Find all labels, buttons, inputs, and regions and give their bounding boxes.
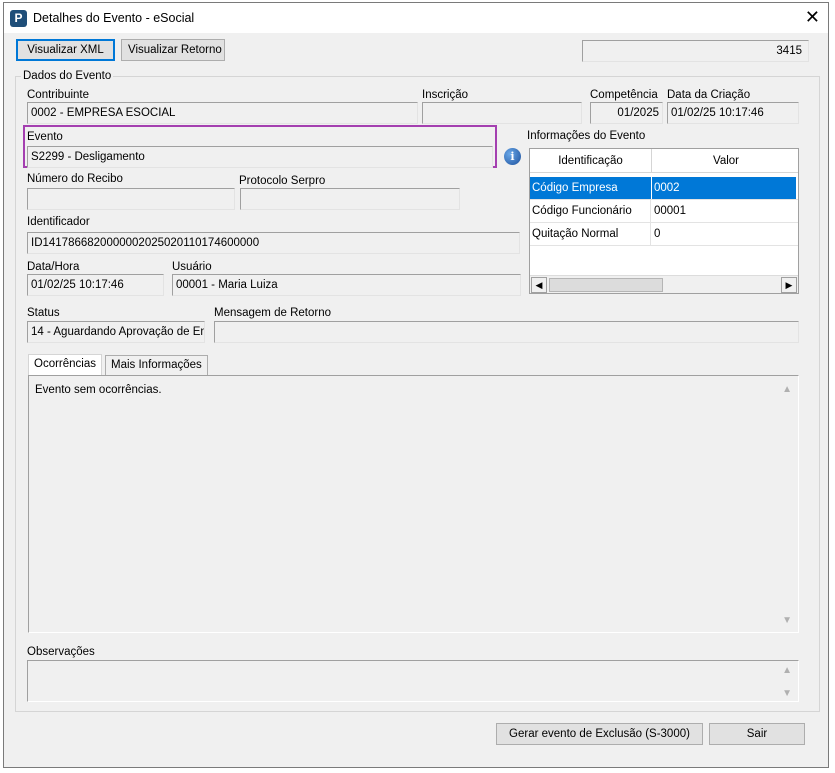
- protocolo-field: [240, 188, 460, 210]
- cell-valor: 0002: [652, 177, 796, 199]
- event-number-field: 3415: [582, 40, 809, 62]
- grid-header: Identificação Valor: [530, 149, 798, 173]
- scroll-down-icon[interactable]: ▼: [782, 688, 792, 699]
- observacoes-field[interactable]: ▲ ▼: [27, 660, 799, 702]
- numero-recibo-label: Número do Recibo: [27, 173, 123, 185]
- scroll-right-icon[interactable]: ▶: [781, 277, 797, 293]
- column-header-identificacao[interactable]: Identificação: [530, 149, 652, 173]
- scroll-down-icon[interactable]: ▼: [782, 615, 792, 626]
- competencia-field: 01/2025: [590, 102, 663, 124]
- numero-recibo-field: [27, 188, 235, 210]
- scroll-up-icon[interactable]: ▲: [782, 665, 792, 676]
- identificador-label: Identificador: [27, 216, 90, 228]
- tab-mais-informacoes[interactable]: Mais Informações: [105, 355, 208, 376]
- observacoes-label: Observações: [27, 646, 95, 658]
- competencia-label: Competência: [590, 89, 658, 101]
- scroll-thumb[interactable]: [549, 278, 663, 292]
- data-criacao-field: 01/02/25 10:17:46: [667, 102, 799, 124]
- info-evento-title: Informações do Evento: [527, 130, 646, 142]
- usuario-label: Usuário: [172, 261, 212, 273]
- cell-valor: 00001: [654, 205, 686, 217]
- protocolo-label: Protocolo Serpro: [239, 175, 326, 187]
- table-row[interactable]: Quitação Normal 0: [530, 223, 798, 246]
- gerar-exclusao-button[interactable]: Gerar evento de Exclusão (S-3000): [496, 723, 703, 745]
- table-row[interactable]: Código Funcionário 00001: [530, 200, 798, 223]
- cell-identificacao: Código Funcionário: [530, 200, 651, 222]
- contribuinte-label: Contribuinte: [27, 89, 90, 101]
- event-data-group-title: Dados do Evento: [21, 70, 114, 82]
- cell-identificacao: Código Empresa: [530, 177, 651, 199]
- ocorrencias-panel[interactable]: Evento sem ocorrências. ▲ ▼: [28, 375, 799, 633]
- inscricao-label: Inscrição: [422, 89, 469, 101]
- evento-label: Evento: [27, 131, 63, 143]
- window-title: Detalhes do Evento - eSocial: [33, 11, 195, 25]
- sair-button[interactable]: Sair: [709, 723, 805, 745]
- ocorrencias-text: Evento sem ocorrências.: [35, 384, 162, 396]
- cell-valor: 0: [654, 228, 661, 240]
- info-evento-grid[interactable]: Identificação Valor Código Empresa 0002 …: [529, 148, 799, 294]
- mensagem-retorno-field: [214, 321, 799, 343]
- scroll-left-icon[interactable]: ◀: [531, 277, 547, 293]
- contribuinte-field: 0002 - EMPRESA ESOCIAL: [27, 102, 418, 124]
- view-xml-button[interactable]: Visualizar XML: [16, 39, 115, 61]
- tab-ocorrencias[interactable]: Ocorrências: [28, 354, 102, 377]
- scroll-up-icon[interactable]: ▲: [782, 384, 792, 395]
- evento-field: S2299 - Desligamento: [27, 146, 493, 168]
- usuario-field: 00001 - Maria Luiza: [172, 274, 521, 296]
- title-bar: P Detalhes do Evento - eSocial ✕: [4, 3, 828, 33]
- horizontal-scrollbar[interactable]: ◀ ▶: [530, 275, 798, 293]
- inscricao-field: [422, 102, 582, 124]
- data-criacao-label: Data da Criação: [667, 89, 751, 101]
- column-header-valor[interactable]: Valor: [652, 149, 798, 173]
- close-icon[interactable]: ✕: [805, 7, 820, 27]
- status-field: 14 - Aguardando Aprovação de En: [27, 321, 205, 343]
- data-hora-field: 01/02/25 10:17:46: [27, 274, 164, 296]
- view-return-button[interactable]: Visualizar Retorno: [121, 39, 225, 61]
- app-logo-icon: P: [10, 10, 27, 27]
- event-details-window: P Detalhes do Evento - eSocial ✕ Visuali…: [3, 2, 829, 768]
- mensagem-retorno-label: Mensagem de Retorno: [214, 307, 331, 319]
- identificador-field: ID1417866820000002025020110174600000: [27, 232, 520, 254]
- info-icon[interactable]: i: [504, 148, 521, 165]
- status-label: Status: [27, 307, 60, 319]
- table-row[interactable]: Código Empresa 0002: [530, 177, 798, 200]
- cell-identificacao: Quitação Normal: [530, 223, 651, 245]
- data-hora-label: Data/Hora: [27, 261, 80, 273]
